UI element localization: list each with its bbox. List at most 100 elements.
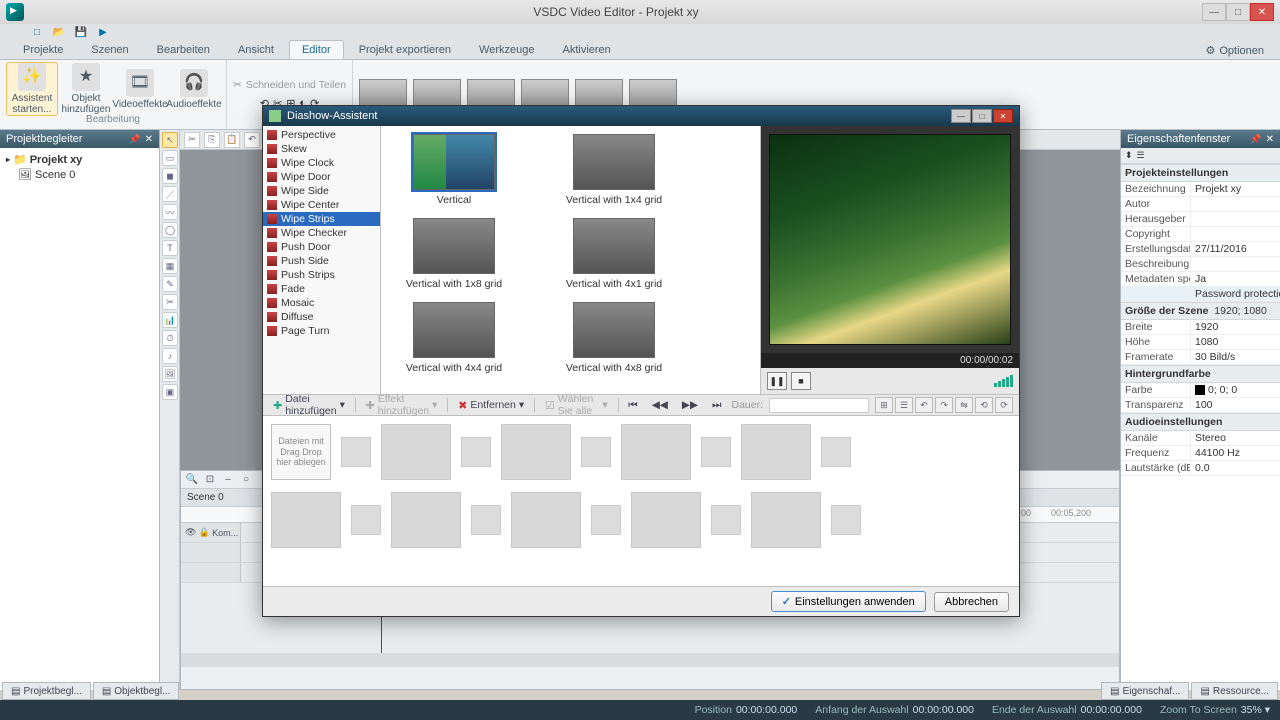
grid-icon[interactable]: ⊞: [875, 397, 893, 413]
next-button[interactable]: ▶▶: [678, 397, 702, 413]
effect-item[interactable]: Wipe Side: [263, 184, 380, 198]
audio-fx-button[interactable]: 🎧Audioeffekte: [168, 62, 220, 116]
effect-item[interactable]: Diffuse: [263, 310, 380, 324]
slide-slot[interactable]: [821, 437, 851, 467]
slide-slot[interactable]: [741, 424, 811, 480]
paste-icon[interactable]: 📋: [224, 132, 240, 148]
effect-item[interactable]: Mosaic: [263, 296, 380, 310]
dialog-maximize-button[interactable]: □: [972, 109, 992, 123]
timeline-scrollbar[interactable]: [181, 653, 1119, 667]
effect-item[interactable]: Push Door: [263, 240, 380, 254]
slideshow-drop-area[interactable]: Dateien mit Drag Drop hier ablegen: [263, 416, 1019, 586]
status-zoom[interactable]: Zoom To Screen35% ▾: [1160, 704, 1270, 716]
window-close-button[interactable]: ✕: [1250, 3, 1274, 21]
tab-ressourcen[interactable]: ▤ Ressource...: [1191, 682, 1278, 700]
rect-tool-icon[interactable]: ▭: [162, 150, 178, 166]
slide-slot[interactable]: [831, 505, 861, 535]
gallery-item[interactable]: Vertical with 1x8 grid: [389, 218, 519, 290]
track-header[interactable]: 👁 🔒 Kom...: [181, 523, 241, 542]
slide-slot[interactable]: [351, 505, 381, 535]
effect-item[interactable]: Wipe Checker: [263, 226, 380, 240]
counter-tool-icon[interactable]: ⏱: [162, 330, 178, 346]
zoom-in-icon[interactable]: 🔍: [185, 473, 199, 487]
cut-icon[interactable]: ✂: [184, 132, 200, 148]
effect-item[interactable]: Push Strips: [263, 268, 380, 282]
video-fx-button[interactable]: 🎞Videoeffekte: [114, 62, 166, 116]
slide-slot[interactable]: [271, 492, 341, 548]
zoom-reset-icon[interactable]: ○: [239, 473, 253, 487]
cancel-button[interactable]: Abbrechen: [934, 592, 1009, 612]
chart-tool-icon[interactable]: ▦: [162, 258, 178, 274]
zoom-out-icon[interactable]: –: [221, 473, 235, 487]
pause-button[interactable]: ❚❚: [767, 372, 787, 390]
pin-icon[interactable]: 📌: [1250, 134, 1261, 145]
window-maximize-button[interactable]: □: [1226, 3, 1250, 21]
drop-zone-hint[interactable]: Dateien mit Drag Drop hier ablegen: [271, 424, 331, 480]
track-header[interactable]: [181, 543, 241, 562]
effect-item[interactable]: Wipe Strips: [263, 212, 380, 226]
dialog-minimize-button[interactable]: —: [951, 109, 971, 123]
effect-item[interactable]: Fade: [263, 282, 380, 296]
first-button[interactable]: ⏮: [624, 397, 641, 414]
flip-icon[interactable]: ⇋: [955, 397, 973, 413]
slide-slot[interactable]: [501, 424, 571, 480]
effect-item[interactable]: Wipe Door: [263, 170, 380, 184]
play-icon[interactable]: ▶: [96, 25, 110, 39]
redo-icon[interactable]: ⟳: [995, 397, 1013, 413]
pen-tool-icon[interactable]: ✎: [162, 276, 178, 292]
sort-az-icon[interactable]: ⬍: [1125, 150, 1133, 161]
crop-tool-icon[interactable]: ✂: [162, 294, 178, 310]
slide-slot[interactable]: [581, 437, 611, 467]
list-icon[interactable]: ☰: [895, 397, 913, 413]
slide-slot[interactable]: [631, 492, 701, 548]
close-panel-icon[interactable]: ✕: [145, 134, 153, 145]
slide-slot[interactable]: [511, 492, 581, 548]
effect-gallery[interactable]: VerticalVertical with 1x4 gridVertical w…: [381, 126, 761, 394]
effect-item[interactable]: Page Turn: [263, 324, 380, 338]
add-file-button[interactable]: ✚Datei hinzufügen ▾: [269, 391, 349, 419]
graph-tool-icon[interactable]: 📊: [162, 312, 178, 328]
property-grid[interactable]: Projekteinstellungen BezeichnungProjekt …: [1121, 164, 1280, 690]
project-tree[interactable]: 📁 Projekt xy 🖼 Scene 0: [0, 148, 159, 690]
color-swatch[interactable]: [1195, 385, 1205, 395]
slide-slot[interactable]: [341, 437, 371, 467]
add-object-button[interactable]: ★Objekt hinzufügen: [60, 62, 112, 116]
effect-item[interactable]: Skew: [263, 142, 380, 156]
ellipse-tool-icon[interactable]: ◯: [162, 222, 178, 238]
remove-button[interactable]: ✖Entfernen ▾: [454, 397, 528, 414]
effect-list[interactable]: PerspectiveSkewWipe ClockWipe DoorWipe S…: [263, 126, 381, 394]
gallery-item[interactable]: Vertical with 1x4 grid: [549, 134, 679, 206]
gallery-item[interactable]: Vertical with 4x1 grid: [549, 218, 679, 290]
close-panel-icon[interactable]: ✕: [1266, 134, 1274, 145]
duration-input[interactable]: [769, 398, 869, 413]
stop-button[interactable]: ■: [791, 372, 811, 390]
slide-slot[interactable]: [621, 424, 691, 480]
tab-editor[interactable]: Editor: [289, 40, 344, 59]
new-icon[interactable]: □: [30, 25, 44, 39]
save-icon[interactable]: 💾: [74, 25, 88, 39]
dialog-close-button[interactable]: ✕: [993, 109, 1013, 123]
wizard-button[interactable]: ✨Assistent starten...: [6, 62, 58, 116]
slide-slot[interactable]: [711, 505, 741, 535]
slide-slot[interactable]: [461, 437, 491, 467]
apply-settings-button[interactable]: Einstellungen anwenden: [771, 591, 926, 612]
options-button[interactable]: Optionen: [1199, 42, 1270, 59]
line-tool-icon[interactable]: ／: [162, 186, 178, 202]
effect-item[interactable]: Wipe Center: [263, 198, 380, 212]
slide-slot[interactable]: [701, 437, 731, 467]
sort-cat-icon[interactable]: ☰: [1137, 150, 1145, 161]
text-tool-icon[interactable]: T: [162, 240, 178, 256]
tab-projekte[interactable]: Projekte: [10, 40, 76, 59]
undo-icon[interactable]: ↶: [244, 132, 260, 148]
effect-item[interactable]: Perspective: [263, 128, 380, 142]
gallery-item[interactable]: Vertical with 4x8 grid: [549, 302, 679, 374]
zoom-fit-icon[interactable]: ⊡: [203, 473, 217, 487]
image-tool-icon[interactable]: 🖼: [162, 366, 178, 382]
gallery-item[interactable]: Vertical with 4x4 grid: [389, 302, 519, 374]
undo-icon[interactable]: ⟲: [975, 397, 993, 413]
tab-aktivieren[interactable]: Aktivieren: [549, 40, 623, 59]
window-minimize-button[interactable]: —: [1202, 3, 1226, 21]
rotate-left-icon[interactable]: ↶: [915, 397, 933, 413]
effect-item[interactable]: Push Side: [263, 254, 380, 268]
tab-bearbeiten[interactable]: Bearbeiten: [144, 40, 223, 59]
